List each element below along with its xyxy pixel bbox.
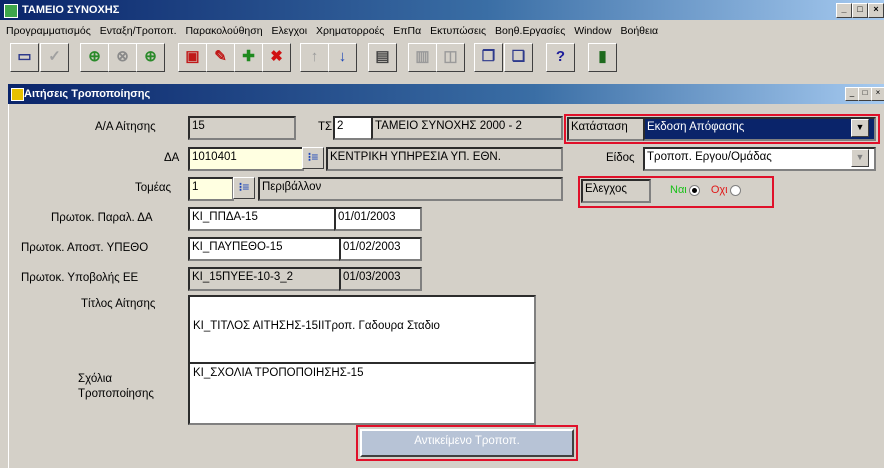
child-window-controls: _ □ ×	[845, 87, 884, 101]
app-title-bar: ΤΑΜΕΙΟ ΣΥΝΟΧΗΣ _ □ ×	[0, 0, 884, 20]
type-chevron-down-icon[interactable]: ▼	[851, 149, 869, 167]
paste-icon[interactable]: ❏	[504, 43, 533, 72]
execute-query-icon[interactable]: ⊕	[136, 43, 165, 72]
chart-icon[interactable]: ◫	[436, 43, 465, 72]
protok-da-field[interactable]: ΚΙ_ΠΠΔΑ-15	[188, 207, 337, 231]
list-icon[interactable]: ▥	[408, 43, 437, 72]
chevron-down-icon[interactable]: ▼	[851, 119, 869, 137]
menu-item-controls[interactable]: Ελεγχοι	[272, 25, 308, 37]
toolbar: ▭ ✓ ⊕ ⊗ ⊕ ▣ ✎ ✚ ✖ ↑ ↓ ▤ ▥ ◫ ❐ ❏? ▮	[10, 43, 617, 75]
edit-icon[interactable]: ✎	[206, 43, 235, 72]
minimize-icon[interactable]: _	[836, 3, 852, 18]
query-icon[interactable]: ⊕	[80, 43, 109, 72]
menu-item-eppa[interactable]: ΕπΠα	[393, 25, 421, 37]
sector-description-field: Περιβάλλον	[258, 177, 563, 201]
check-icon[interactable]: ✓	[40, 43, 69, 72]
next-record-icon[interactable]: ↓	[328, 43, 357, 72]
child-close-icon[interactable]: ×	[871, 87, 884, 101]
insert-record-icon[interactable]: ✚	[234, 43, 263, 72]
da-label: ΔΑ	[164, 152, 180, 164]
comments-textarea[interactable]: ΚΙ_ΣΧΟΛΙΑ ΤΡΟΠΟΠΟΙΗΣΗΣ-15	[188, 362, 536, 425]
menu-item-inclusion[interactable]: Ενταξη/Τροποπ.	[100, 25, 177, 37]
type-label: Είδος	[606, 152, 635, 164]
protok-da-label: Πρωτοκ. Παραλ. ΔΑ	[51, 212, 153, 224]
sector-lov-icon[interactable]: ⁝≡	[233, 177, 255, 199]
delete-record-icon[interactable]: ✖	[262, 43, 291, 72]
aa-label: Α/Α Αίτησης	[95, 121, 156, 133]
da-lov-icon[interactable]: ⁝≡	[302, 147, 324, 169]
menu-item-utilities[interactable]: Βοηθ.Εργασίες	[495, 25, 565, 37]
sector-code-field[interactable]: 1	[188, 177, 234, 201]
menu-item-programming[interactable]: Προγραμματισμός	[6, 25, 91, 37]
menu-item-cashflows[interactable]: Χρηματορροές	[316, 25, 384, 37]
object-of-modification-button[interactable]: Αντικείμενο Τροποπ.	[360, 429, 574, 457]
child-maximize-icon[interactable]: □	[858, 87, 872, 101]
help-icon[interactable]: ?	[546, 43, 575, 72]
ts-code-field[interactable]: 2	[333, 116, 375, 140]
protok-ee-label: Πρωτοκ. Υποβολής ΕΕ	[21, 272, 139, 284]
da-code-field[interactable]: 1010401	[188, 147, 304, 171]
protok-ee-date-field: 01/03/2003	[339, 267, 422, 291]
previous-record-icon[interactable]: ↑	[300, 43, 329, 72]
protok-ypetho-field[interactable]: ΚΙ_ΠΑΥΠΕΘΟ-15	[188, 237, 341, 261]
control-no-label: Οχι	[710, 184, 728, 196]
radio-unselected-icon[interactable]	[729, 184, 741, 196]
control-yes-label: Ναι	[670, 184, 687, 196]
menu-item-help[interactable]: Βοήθεια	[621, 25, 659, 37]
status-label: Κατάσταση	[567, 117, 647, 141]
comments-label-line-2: Τροποποίησης	[78, 388, 154, 400]
control-radio-group: Ναι Οχι	[650, 181, 765, 199]
close-icon[interactable]: ×	[868, 3, 884, 18]
window-icon[interactable]: ▣	[178, 43, 207, 72]
menu-bar: Προγραμματισμός Ενταξη/Τροποπ. Παρακολού…	[0, 22, 884, 40]
control-no-option[interactable]: Οχι	[711, 184, 741, 196]
menu-item-reports[interactable]: Εκτυπώσεις	[430, 25, 486, 37]
comments-label-line-1: Σχόλια	[78, 373, 112, 385]
protok-da-date-field[interactable]: 01/01/2003	[334, 207, 422, 231]
radio-selected-icon[interactable]	[688, 184, 700, 196]
protok-ypetho-date-field[interactable]: 01/02/2003	[339, 237, 422, 261]
menu-item-window[interactable]: Window	[574, 25, 611, 37]
aa-field[interactable]: 15	[188, 116, 296, 140]
title-label: Τίτλος Αίτησης	[81, 298, 156, 310]
child-minimize-icon[interactable]: _	[845, 87, 859, 101]
maximize-icon[interactable]: □	[852, 3, 868, 18]
child-window-title: Αιτήσεις Τροποποίησης	[24, 88, 151, 100]
protok-ypetho-label: Πρωτοκ. Αποστ. ΥΠΕΘΟ	[21, 242, 149, 254]
ts-label: ΤΣ	[318, 121, 333, 133]
form-icon	[11, 88, 24, 101]
app-title: ΤΑΜΕΙΟ ΣΥΝΟΧΗΣ	[22, 4, 120, 16]
type-select[interactable]: Τροποπ. Εργου/Ομάδας	[643, 147, 876, 171]
child-window-title-bar: Αιτήσεις Τροποποίησης	[8, 84, 884, 104]
app-icon	[4, 4, 18, 18]
query-cancel-icon[interactable]: ⊗	[108, 43, 137, 72]
status-select[interactable]: Εκδοση Απόφασης	[643, 117, 876, 141]
ts-description-field: ΤΑΜΕΙΟ ΣΥΝΟΧΗΣ 2000 - 2	[371, 116, 563, 140]
sector-label: Τομέας	[135, 182, 172, 194]
save-icon[interactable]: ▭	[10, 43, 39, 72]
print-icon[interactable]: ▤	[368, 43, 397, 72]
da-description-field: ΚΕΝΤΡΙΚΗ ΥΠΗΡΕΣΙΑ ΥΠ. ΕΘΝ.	[326, 147, 563, 171]
menu-item-monitoring[interactable]: Παρακολούθηση	[185, 25, 262, 37]
control-label: Ελεγχος	[581, 179, 651, 203]
protok-ee-field: ΚΙ_15ΠΥΕΕ-10-3_2	[188, 267, 341, 291]
exit-icon[interactable]: ▮	[588, 43, 617, 72]
copy-icon[interactable]: ❐	[474, 43, 503, 72]
control-yes-option[interactable]: Ναι	[670, 184, 703, 196]
